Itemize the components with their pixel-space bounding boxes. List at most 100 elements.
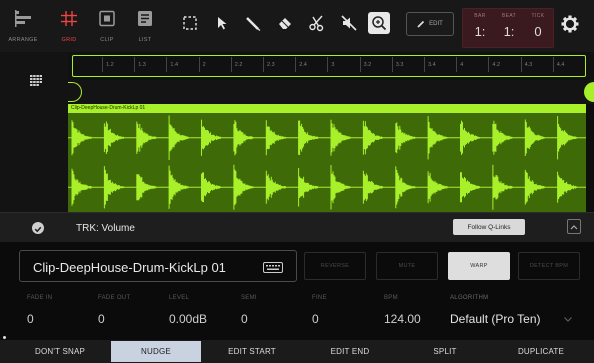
ruler-tick-line (134, 57, 136, 72)
tab-list[interactable]: LIST (124, 4, 166, 48)
ruler-tick-label: 3.4 (428, 62, 436, 68)
clip-waveform[interactable] (68, 113, 586, 212)
bar-value: 1: (474, 24, 486, 39)
clip-name-value: Clip-DeepHouse-Drum-KickLp 01 (33, 260, 226, 275)
timeline-ruler[interactable]: 1.2 1.3 1.4 2 2.2 2.3 2.4 3 3.2 3.3 3.4 4 4.2 4.3 4.4 (68, 52, 594, 80)
tab-arrange-label: ARRANGE (8, 37, 38, 43)
ruler-tick-label: 1.2 (106, 62, 114, 68)
clip-header[interactable]: Clip-DeepHouse-Drum-KickLp 01 (68, 104, 586, 113)
ruler-tick-label: 4.2 (492, 62, 501, 68)
ruler-tick-line (488, 57, 490, 72)
clip-editor: Clip-DeepHouse-Drum-KickLp 01 REVERSE MU… (0, 242, 594, 340)
track-parameter-label: TRK: Volume (76, 223, 135, 234)
pencil-icon (246, 17, 261, 31)
top-toolbar: ARRANGE GRID CLIP LIST EDIT BAR 1: BEAT … (0, 0, 594, 52)
split-button[interactable]: SPLIT (400, 341, 490, 362)
pencil-tool[interactable] (243, 12, 263, 34)
pad-grid-icon[interactable] (30, 73, 42, 86)
algorithm-label: ALGORITHM (450, 295, 489, 301)
ruler-tick-label: 4.3 (524, 62, 533, 68)
fade-out-label: FADE OUT (98, 295, 131, 301)
duplicate-button[interactable]: DUPLICATE (494, 341, 588, 362)
edit-button[interactable]: EDIT (406, 12, 454, 36)
ruler-tick-label: 3 (331, 62, 335, 68)
marquee-select-icon (183, 16, 197, 30)
ruler-tick-label: 1.3 (138, 62, 146, 68)
gear-icon[interactable] (561, 15, 579, 33)
edit-start-button[interactable]: EDIT START (205, 341, 299, 362)
eraser-tool[interactable] (275, 12, 295, 34)
arrange-icon (15, 10, 31, 27)
pointer-icon (218, 17, 227, 30)
loop-start-handle[interactable] (68, 82, 82, 102)
mute-tool[interactable] (339, 12, 359, 34)
tab-grid-label: GRID (61, 37, 77, 43)
track-parameter-bar: TRK: Volume Follow Q-Links (0, 212, 594, 242)
fine-label: FINE (312, 295, 327, 301)
mute-icon (341, 15, 357, 31)
check-icon[interactable] (32, 222, 44, 234)
tab-clip-label: CLIP (100, 37, 114, 43)
ruler-tick-line (230, 57, 232, 72)
bar-counter[interactable]: BAR 1: (465, 13, 495, 39)
ruler-tick-line (520, 57, 522, 72)
bpm-value[interactable]: 124.00 (384, 312, 421, 326)
ruler-tick-label: 1.4 (170, 62, 179, 68)
ruler-tick-line (166, 57, 168, 72)
fade-in-value[interactable]: 0 (27, 312, 34, 326)
fade-in-label: FADE IN (27, 295, 53, 301)
grid-icon (61, 10, 77, 27)
ruler-tick-label: 2.2 (234, 62, 243, 68)
bpm-label: BPM (384, 295, 398, 301)
ruler-tick-line (198, 57, 200, 72)
fine-value[interactable]: 0 (312, 312, 319, 326)
level-value[interactable]: 0.00dB (169, 312, 207, 326)
beat-value: 1: (503, 24, 515, 39)
tab-arrange[interactable]: ARRANGE (2, 4, 44, 48)
ruler-tick-label: 2.4 (299, 62, 307, 68)
level-label: LEVEL (169, 295, 190, 301)
mute-button[interactable]: MUTE (376, 252, 438, 280)
marquee-select-tool[interactable] (180, 12, 200, 34)
ruler-tick-label: 3.3 (395, 62, 404, 68)
dont-snap-button[interactable]: DON'T SNAP (12, 341, 108, 362)
nudge-button[interactable]: NUDGE (111, 341, 201, 362)
ruler-tick-line (391, 57, 393, 72)
expand-icon[interactable] (567, 219, 581, 234)
reverse-button[interactable]: REVERSE (304, 252, 366, 280)
tab-grid[interactable]: GRID (48, 4, 90, 48)
tab-clip[interactable]: CLIP (86, 4, 128, 48)
algorithm-select[interactable]: Default (Pro Ten) (450, 312, 541, 326)
scissors-tool[interactable] (307, 12, 327, 34)
edit-end-button[interactable]: EDIT END (303, 341, 397, 362)
clip-name-field[interactable]: Clip-DeepHouse-Drum-KickLp 01 (19, 250, 297, 282)
ruler-tick-line (263, 57, 264, 72)
clip-name: Clip-DeepHouse-Drum-KickLp 01 (71, 105, 146, 111)
edit-button-label: EDIT (429, 21, 443, 27)
tick-label: TICK (531, 13, 545, 19)
fade-out-value[interactable]: 0 (98, 312, 105, 326)
ruler-tick-label: 3.2 (363, 62, 372, 68)
tab-list-label: LIST (138, 37, 152, 43)
loop-region[interactable] (68, 80, 594, 104)
beat-counter[interactable]: BEAT 1: (494, 13, 524, 39)
zoom-icon (372, 16, 387, 31)
ruler-tick-label: 4.4 (556, 62, 565, 68)
detect-bpm-button[interactable]: DETECT BPM (518, 252, 580, 280)
ruler-tick-label: 4 (460, 62, 464, 68)
warp-button[interactable]: WARP (448, 252, 510, 280)
ruler-tick-line (552, 57, 554, 72)
loop-end-handle[interactable] (584, 82, 594, 102)
track-header-column (0, 52, 68, 212)
zoom-tool[interactable] (368, 12, 390, 34)
chevron-down-icon[interactable] (564, 317, 572, 322)
follow-q-links-button[interactable]: Follow Q-Links (453, 219, 525, 235)
eraser-icon (279, 18, 291, 29)
pointer-tool[interactable] (212, 12, 232, 34)
semi-value[interactable]: 0 (241, 312, 248, 326)
clip-icon (99, 10, 115, 27)
ruler-tick-label: 2 (202, 62, 206, 68)
tick-counter[interactable]: TICK 0 (523, 13, 553, 39)
keyboard-icon[interactable] (263, 262, 283, 273)
ruler-tick-line (359, 57, 361, 72)
